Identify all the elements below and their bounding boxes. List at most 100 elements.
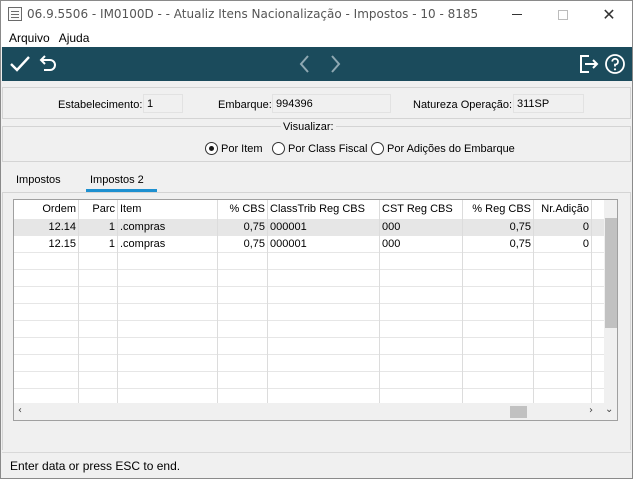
cell-reg-cbs[interactable] xyxy=(463,372,534,389)
cell-classtrib[interactable]: 000001 xyxy=(268,236,380,253)
table-row[interactable] xyxy=(14,253,604,270)
cell-reg-cbs[interactable] xyxy=(463,270,534,287)
cell-cst[interactable] xyxy=(380,338,463,355)
cell-ordem[interactable] xyxy=(14,270,79,287)
col-cst-header[interactable]: CST Reg CBS xyxy=(380,200,463,219)
cell-cbs[interactable] xyxy=(218,355,268,372)
cell-reg-cbs[interactable]: 0,75 xyxy=(463,236,534,253)
cell-parc[interactable]: 1 xyxy=(79,236,118,253)
cell-reg-cbs[interactable]: 0,75 xyxy=(463,219,534,236)
radio-por-adicoes[interactable]: Por Adições do Embarque xyxy=(371,142,515,155)
table-row[interactable] xyxy=(14,338,604,355)
cell-reg-cbs[interactable] xyxy=(463,321,534,338)
estabelecimento-field[interactable]: 1 xyxy=(143,94,183,113)
exit-button[interactable] xyxy=(576,52,600,76)
vertical-scrollbar[interactable] xyxy=(604,200,617,406)
cell-ordem[interactable] xyxy=(14,253,79,270)
cell-cst[interactable] xyxy=(380,321,463,338)
cell-item[interactable] xyxy=(118,372,218,389)
cell-ordem[interactable]: 12.14 xyxy=(14,219,79,236)
col-ordem-header[interactable]: Ordem xyxy=(14,200,79,219)
table-row[interactable]: 12.15 1 .compras 0,75 000001 000 0,75 0 xyxy=(14,236,604,253)
cell-cbs[interactable]: 0,75 xyxy=(218,236,268,253)
horizontal-scrollbar[interactable]: ‹ › ⌄ xyxy=(14,403,617,420)
cell-classtrib[interactable] xyxy=(268,287,380,304)
help-button[interactable] xyxy=(603,52,627,76)
cell-item[interactable]: .compras xyxy=(118,236,218,253)
cell-cst[interactable] xyxy=(380,270,463,287)
cell-nr-adicao[interactable] xyxy=(534,338,592,355)
col-item-header[interactable]: Item xyxy=(118,200,218,219)
cell-cst[interactable] xyxy=(380,372,463,389)
tab-impostos-2[interactable]: Impostos 2 xyxy=(90,174,144,186)
cell-cbs[interactable] xyxy=(218,253,268,270)
cell-cbs[interactable] xyxy=(218,372,268,389)
cell-nr-adicao[interactable] xyxy=(534,372,592,389)
cell-parc[interactable] xyxy=(79,338,118,355)
cell-cbs[interactable] xyxy=(218,287,268,304)
scroll-right-icon[interactable]: › xyxy=(589,405,593,416)
cell-nr-adicao[interactable] xyxy=(534,355,592,372)
cell-classtrib[interactable]: 000001 xyxy=(268,219,380,236)
cell-cst[interactable]: 000 xyxy=(380,219,463,236)
cell-classtrib[interactable] xyxy=(268,338,380,355)
cell-nr-adicao[interactable] xyxy=(534,304,592,321)
table-row[interactable] xyxy=(14,304,604,321)
cell-classtrib[interactable] xyxy=(268,372,380,389)
previous-button[interactable] xyxy=(293,52,317,76)
cell-nr-adicao[interactable]: 0 xyxy=(534,236,592,253)
maximize-button[interactable] xyxy=(540,1,586,28)
cell-classtrib[interactable] xyxy=(268,355,380,372)
cell-ordem[interactable] xyxy=(14,287,79,304)
table-row[interactable] xyxy=(14,355,604,372)
cell-cst[interactable] xyxy=(380,287,463,304)
cell-nr-adicao[interactable] xyxy=(534,287,592,304)
scroll-left-icon[interactable]: ‹ xyxy=(18,405,22,416)
horizontal-scroll-thumb[interactable] xyxy=(510,406,527,418)
scroll-down-icon[interactable]: ⌄ xyxy=(605,404,613,415)
vertical-scroll-thumb[interactable] xyxy=(605,218,617,328)
cell-parc[interactable] xyxy=(79,304,118,321)
close-button[interactable]: ✕ xyxy=(586,1,632,28)
cell-nr-adicao[interactable] xyxy=(534,321,592,338)
cell-item[interactable] xyxy=(118,321,218,338)
table-row[interactable] xyxy=(14,287,604,304)
table-row[interactable] xyxy=(14,270,604,287)
col-reg-cbs-header[interactable]: % Reg CBS xyxy=(463,200,534,219)
cell-ordem[interactable] xyxy=(14,304,79,321)
menu-ajuda[interactable]: Ajuda xyxy=(59,31,90,45)
cell-nr-adicao[interactable] xyxy=(534,253,592,270)
cell-cbs[interactable] xyxy=(218,304,268,321)
cell-ordem[interactable] xyxy=(14,355,79,372)
cell-reg-cbs[interactable] xyxy=(463,287,534,304)
next-button[interactable] xyxy=(323,52,347,76)
cell-classtrib[interactable] xyxy=(268,304,380,321)
table-row[interactable] xyxy=(14,321,604,338)
cell-cst[interactable] xyxy=(380,253,463,270)
cell-item[interactable] xyxy=(118,270,218,287)
cell-item[interactable] xyxy=(118,338,218,355)
radio-por-item[interactable]: Por Item xyxy=(205,142,263,155)
cell-reg-cbs[interactable] xyxy=(463,304,534,321)
table-row[interactable]: 12.14 1 .compras 0,75 000001 000 0,75 0 xyxy=(14,219,604,236)
radio-por-class-fiscal[interactable]: Por Class Fiscal xyxy=(272,142,367,155)
cell-cst[interactable] xyxy=(380,304,463,321)
cell-item[interactable] xyxy=(118,287,218,304)
tab-impostos[interactable]: Impostos xyxy=(16,174,61,186)
cell-item[interactable]: .compras xyxy=(118,219,218,236)
cell-ordem[interactable] xyxy=(14,321,79,338)
table-row[interactable] xyxy=(14,372,604,389)
cell-nr-adicao[interactable]: 0 xyxy=(534,219,592,236)
cell-cst[interactable] xyxy=(380,355,463,372)
cell-cbs[interactable]: 0,75 xyxy=(218,219,268,236)
cell-reg-cbs[interactable] xyxy=(463,355,534,372)
cell-nr-adicao[interactable] xyxy=(534,270,592,287)
cell-parc[interactable] xyxy=(79,372,118,389)
cell-parc[interactable] xyxy=(79,287,118,304)
cell-cbs[interactable] xyxy=(218,338,268,355)
cell-classtrib[interactable] xyxy=(268,270,380,287)
cell-ordem[interactable]: 12.15 xyxy=(14,236,79,253)
cell-item[interactable] xyxy=(118,253,218,270)
cell-ordem[interactable] xyxy=(14,372,79,389)
cell-cst[interactable]: 000 xyxy=(380,236,463,253)
